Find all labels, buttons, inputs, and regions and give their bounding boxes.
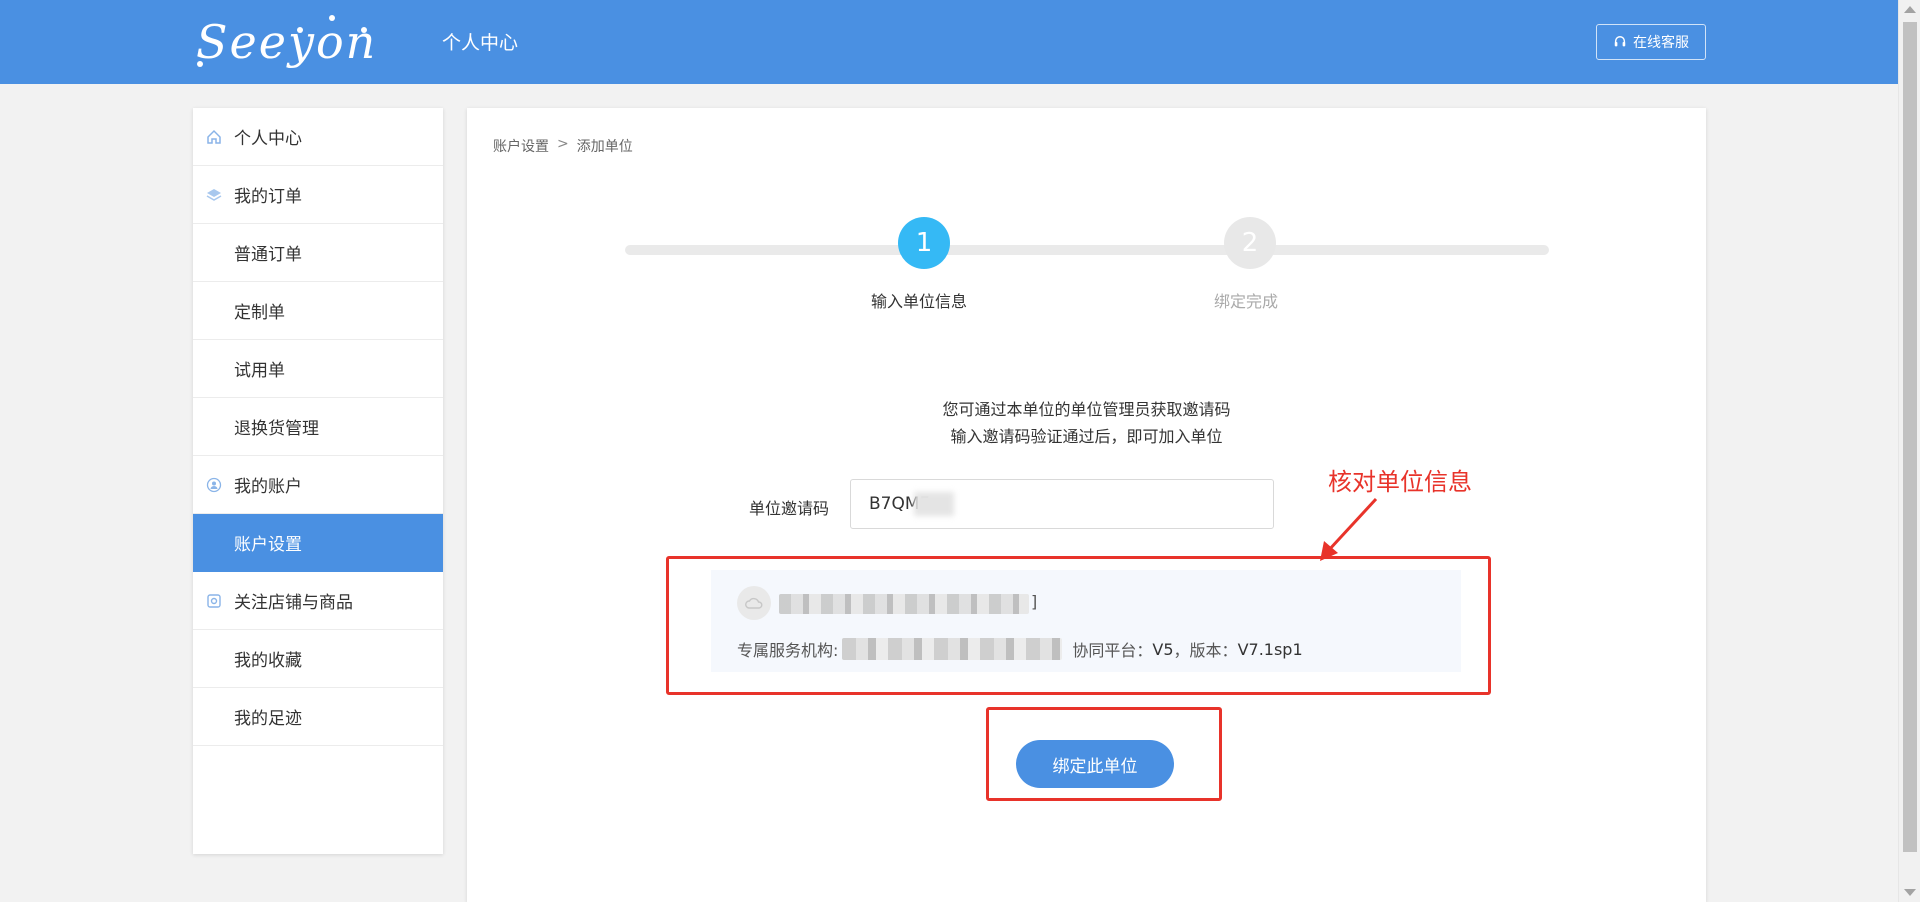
sidebar: 个人中心 我的订单 普通订单 定制单 试用单 退换货管理 我的账户 账户设置 关… (193, 108, 443, 854)
user-circle-icon (206, 477, 222, 493)
sidebar-item-label: 我的收藏 (234, 651, 302, 671)
sidebar-item-my-account[interactable]: 我的账户 (193, 456, 443, 514)
annotation-highlight-unit-info (666, 556, 1491, 695)
step-1-circle: 1 (898, 217, 950, 269)
sidebar-item-returns[interactable]: 退换货管理 (193, 398, 443, 456)
online-service-label: 在线客服 (1633, 35, 1689, 51)
breadcrumb: 账户设置 > 添加单位 (493, 136, 633, 156)
sidebar-item-label: 我的账户 (234, 477, 302, 497)
online-service-button[interactable]: 在线客服 (1596, 24, 1706, 60)
annotation-label: 核对单位信息 (1328, 468, 1472, 496)
sidebar-item-label: 个人中心 (234, 129, 302, 149)
annotation-arrow-icon (1320, 497, 1378, 561)
sidebar-item-label: 定制单 (234, 303, 285, 323)
step-progress-track (625, 245, 1549, 255)
step-1-label: 输入单位信息 (871, 292, 968, 311)
sidebar-item-footprints[interactable]: 我的足迹 (193, 688, 443, 746)
annotation-highlight-bind-button (986, 707, 1222, 801)
header-title: 个人中心 (442, 32, 519, 54)
sidebar-item-custom-orders[interactable]: 定制单 (193, 282, 443, 340)
sidebar-item-trial-orders[interactable]: 试用单 (193, 340, 443, 398)
logo-text: Seeyon (196, 15, 378, 69)
redaction-blur (914, 492, 954, 516)
shop-icon (207, 594, 221, 608)
sidebar-item-followed-shops[interactable]: 关注店铺与商品 (193, 572, 443, 630)
scroll-up-arrow-icon[interactable] (1904, 6, 1916, 13)
scroll-down-arrow-icon[interactable] (1904, 889, 1916, 896)
home-icon (207, 129, 221, 144)
invite-code-label: 单位邀请码 (749, 499, 830, 518)
layers-icon (206, 189, 222, 201)
sidebar-item-normal-orders[interactable]: 普通订单 (193, 224, 443, 282)
headset-icon (1614, 36, 1626, 47)
sidebar-item-label: 试用单 (234, 361, 285, 381)
sidebar-item-label: 普通订单 (234, 245, 302, 265)
sidebar-item-label: 关注店铺与商品 (234, 593, 353, 613)
hint-line-1: 您可通过本单位的单位管理员获取邀请码 (942, 400, 1231, 419)
top-header: Seeyon 个人中心 在线客服 (0, 0, 1898, 84)
step-2-label: 绑定完成 (1214, 292, 1279, 311)
sidebar-item-label: 我的足迹 (234, 709, 302, 729)
sidebar-item-my-orders[interactable]: 我的订单 (193, 166, 443, 224)
page-scrollbar[interactable] (1898, 0, 1920, 902)
hint-line-2: 输入邀请码验证通过后，即可加入单位 (950, 427, 1223, 446)
breadcrumb-separator: > (557, 136, 569, 152)
breadcrumb-parent[interactable]: 账户设置 (493, 136, 549, 156)
breadcrumb-current: 添加单位 (576, 139, 633, 155)
sidebar-item-label: 我的订单 (234, 187, 302, 207)
sidebar-item-label: 账户设置 (234, 535, 302, 555)
sidebar-item-label: 退换货管理 (234, 419, 319, 439)
scroll-thumb[interactable] (1903, 22, 1917, 852)
sidebar-item-favorites[interactable]: 我的收藏 (193, 630, 443, 688)
sidebar-item-account-settings[interactable]: 账户设置 (193, 514, 443, 572)
step-2-circle: 2 (1224, 217, 1276, 269)
sidebar-item-personal-center[interactable]: 个人中心 (193, 108, 443, 166)
